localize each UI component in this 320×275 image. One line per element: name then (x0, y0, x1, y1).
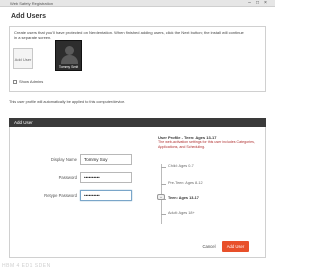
show-admins-label: Show Admins (19, 79, 44, 84)
show-admins-toggle[interactable]: Show Admins (13, 79, 43, 84)
age-slider-handle-icon[interactable]: ‹› (157, 194, 165, 200)
password-input[interactable]: •••••••••• (80, 172, 132, 183)
close-icon[interactable]: × (262, 1, 269, 6)
user-profile-tile[interactable]: Tommy Smit (55, 40, 82, 71)
app-window: Web Safety Registration – □ × Add Users … (0, 0, 275, 275)
users-panel: Create users that you'll have protected … (9, 26, 266, 92)
show-admins-checkbox[interactable] (13, 79, 17, 84)
password-label: Password (58, 175, 77, 180)
age-level-child[interactable]: Child: Ages 0-7 (168, 164, 194, 168)
avatar-body-icon (61, 55, 78, 64)
add-user-tile[interactable]: Add User (13, 48, 33, 69)
retype-password-input[interactable]: •••••••••• (80, 190, 132, 201)
display-name-input[interactable]: Tommy Soy (80, 154, 132, 165)
minimize-icon[interactable]: – (246, 1, 253, 6)
add-user-button[interactable]: Add User (222, 241, 249, 252)
window-title: Web Safety Registration (10, 1, 54, 6)
watermark: HBM 4 ED1 SDEN (2, 263, 51, 269)
rating-description: The web-activation settings for this use… (158, 140, 255, 149)
instructions-text: Create users that you'll have protected … (14, 30, 244, 40)
age-level-adult[interactable]: Adult: Ages 18+ (168, 211, 195, 215)
age-tick-adult (161, 214, 166, 215)
title-bar: Web Safety Registration – □ × (0, 0, 275, 7)
age-tick-child (161, 167, 166, 168)
dialog-title: Add Users (11, 13, 47, 20)
retype-password-label: Retype Password (44, 193, 77, 198)
avatar-head-icon (65, 46, 74, 55)
profile-name: Tommy Smit (58, 65, 79, 69)
maximize-icon[interactable]: □ (254, 1, 261, 6)
age-level-preteen[interactable]: Pre-Teen: Ages 8-12 (168, 181, 203, 185)
age-level-teen[interactable]: Teen: Ages 13-17 (168, 196, 199, 200)
display-name-label: Display Name (50, 157, 77, 162)
add-user-section-header: Add User (9, 118, 266, 127)
age-tick-preteen (161, 184, 166, 185)
profile-note: This user profile will automatically be … (9, 100, 126, 104)
cancel-button[interactable]: Cancel (199, 242, 219, 252)
